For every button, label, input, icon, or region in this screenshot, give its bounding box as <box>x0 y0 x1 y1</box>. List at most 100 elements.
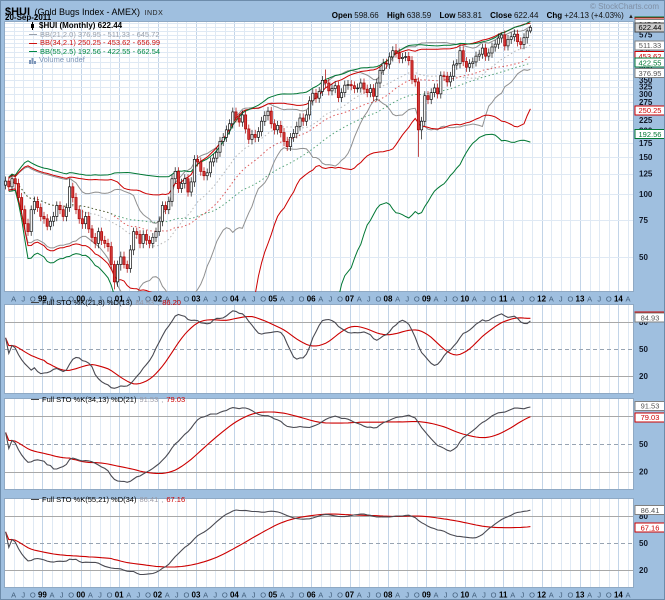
svg-text:13: 13 <box>576 295 585 304</box>
svg-text:O: O <box>375 591 381 600</box>
svg-text:50: 50 <box>639 440 648 449</box>
stoch3-legend-label: Full STO %K(55,21) %D(34) <box>42 495 136 504</box>
svg-text:A: A <box>203 295 208 304</box>
svg-text:A: A <box>395 591 400 600</box>
svg-text:O: O <box>414 295 420 304</box>
svg-text:J: J <box>367 591 371 600</box>
svg-text:J: J <box>290 295 294 304</box>
stoch1-legend: Full STO %K(21,8) %D(13) 84.93, 86.20 <box>31 298 181 307</box>
high-value: 638.59 <box>407 11 431 20</box>
open-value: 598.66 <box>354 11 378 20</box>
svg-text:O: O <box>414 591 420 600</box>
svg-text:A: A <box>318 591 323 600</box>
svg-text:86.41: 86.41 <box>641 506 660 515</box>
svg-text:O: O <box>222 591 228 600</box>
candlestick-icon <box>29 22 36 30</box>
svg-text:125: 125 <box>639 170 653 179</box>
svg-text:91.53: 91.53 <box>641 402 660 411</box>
svg-text:J: J <box>213 591 217 600</box>
svg-text:J: J <box>521 295 525 304</box>
low-value: 583.81 <box>457 11 481 20</box>
svg-text:225: 225 <box>639 116 653 125</box>
svg-text:A: A <box>510 295 515 304</box>
chg-label: Chg <box>547 11 563 20</box>
svg-text:J: J <box>444 591 448 600</box>
svg-text:84.93: 84.93 <box>641 313 660 322</box>
svg-text:175: 175 <box>639 139 653 148</box>
svg-text:A: A <box>433 591 438 600</box>
stockcharts-credit: © StockCharts.com <box>590 2 659 11</box>
svg-text:A: A <box>241 295 246 304</box>
svg-text:O: O <box>299 295 305 304</box>
svg-text:J: J <box>60 591 64 600</box>
svg-text:A: A <box>357 295 362 304</box>
svg-text:J: J <box>98 591 102 600</box>
svg-text:J: J <box>521 591 525 600</box>
svg-text:04: 04 <box>230 295 239 304</box>
line-swatch <box>29 51 37 52</box>
svg-text:07: 07 <box>345 295 354 304</box>
svg-text:J: J <box>559 295 563 304</box>
stoch2-legend-label: Full STO %K(34,13) %D(21) <box>42 395 136 404</box>
svg-text:O: O <box>260 591 266 600</box>
svg-text:A: A <box>472 591 477 600</box>
svg-text:O: O <box>529 591 535 600</box>
svg-text:O: O <box>337 295 343 304</box>
svg-text:J: J <box>444 295 448 304</box>
low-label: Low <box>439 11 455 20</box>
legend-volume-row: Volume undef <box>29 56 160 65</box>
svg-text:J: J <box>213 295 217 304</box>
svg-text:06: 06 <box>307 591 316 600</box>
svg-text:192.56: 192.56 <box>639 130 662 139</box>
open-label: Open <box>332 11 352 20</box>
svg-text:06: 06 <box>307 295 316 304</box>
svg-text:O: O <box>183 591 189 600</box>
svg-text:12: 12 <box>537 295 546 304</box>
svg-text:O: O <box>337 591 343 600</box>
svg-text:O: O <box>222 295 228 304</box>
svg-text:50: 50 <box>639 345 648 354</box>
svg-text:J: J <box>482 591 486 600</box>
svg-text:O: O <box>567 591 573 600</box>
line-swatch <box>31 399 39 400</box>
quote-bar: Open598.66 High638.59 Low583.81 Close622… <box>326 11 634 20</box>
svg-text:04: 04 <box>230 591 239 600</box>
svg-text:J: J <box>252 591 256 600</box>
svg-text:14: 14 <box>614 591 623 600</box>
svg-text:A: A <box>357 591 362 600</box>
svg-text:11: 11 <box>499 591 508 600</box>
svg-text:A: A <box>625 295 630 304</box>
stoch2-d-value: 79.03 <box>166 395 185 404</box>
svg-text:05: 05 <box>268 295 277 304</box>
svg-text:O: O <box>375 295 381 304</box>
svg-text:A: A <box>587 295 592 304</box>
svg-text:A: A <box>280 295 285 304</box>
svg-text:50: 50 <box>639 539 648 548</box>
svg-text:J: J <box>252 295 256 304</box>
svg-text:79.03: 79.03 <box>641 413 660 422</box>
svg-text:O: O <box>299 591 305 600</box>
svg-text:O: O <box>260 295 266 304</box>
svg-text:20: 20 <box>639 468 648 477</box>
svg-text:A: A <box>433 295 438 304</box>
svg-text:O: O <box>567 295 573 304</box>
svg-text:05: 05 <box>268 591 277 600</box>
svg-text:12: 12 <box>537 591 546 600</box>
line-swatch <box>31 302 39 303</box>
svg-text:03: 03 <box>192 591 201 600</box>
svg-text:10: 10 <box>460 591 469 600</box>
main-legend: $HUI (Monthly) 622.44 BB(21,2.0) 376.95 … <box>29 22 160 65</box>
svg-text:99: 99 <box>38 591 47 600</box>
svg-text:A: A <box>472 295 477 304</box>
svg-text:00: 00 <box>76 591 85 600</box>
svg-text:250.25: 250.25 <box>639 106 662 115</box>
svg-text:100: 100 <box>639 190 653 199</box>
svg-text:J: J <box>290 591 294 600</box>
svg-text:20: 20 <box>639 372 648 381</box>
line-swatch <box>29 34 37 35</box>
svg-text:14: 14 <box>614 295 623 304</box>
svg-text:A: A <box>241 591 246 600</box>
volume-icon <box>29 57 36 64</box>
svg-text:O: O <box>68 591 74 600</box>
svg-text:J: J <box>137 591 141 600</box>
